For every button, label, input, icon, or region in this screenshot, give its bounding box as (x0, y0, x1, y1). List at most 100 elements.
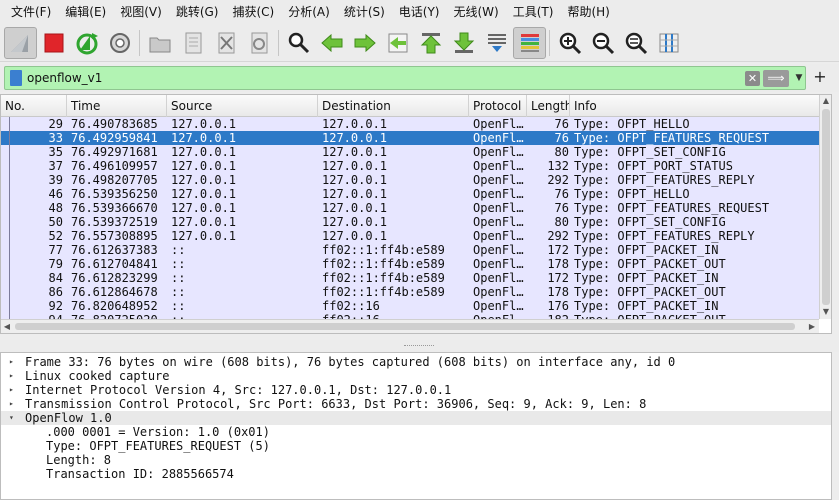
capture-options-button[interactable] (103, 27, 136, 59)
menu-item[interactable]: 视图(V) (113, 0, 169, 24)
detail-tree-node[interactable]: ▸ Transmission Control Protocol, Src Port… (1, 397, 831, 411)
splitter-grip[interactable] (404, 345, 434, 347)
cell-no: 37 (48, 159, 63, 173)
save-file-button[interactable] (176, 27, 209, 59)
menu-item[interactable]: 文件(F) (4, 0, 58, 24)
filter-history-dropdown-icon[interactable]: ▼ (793, 69, 805, 87)
column-header-length[interactable]: Length (527, 95, 570, 117)
go-to-packet-button[interactable] (381, 27, 414, 59)
detail-field[interactable]: Length: 8 (1, 453, 831, 467)
table-row[interactable]: 77 76.612637383:: ff02::1:ff4b:e589 OpenFl…… (1, 243, 819, 257)
detail-tree-node[interactable]: ▾ OpenFlow 1.0 (1, 411, 831, 425)
column-header-destination[interactable]: Destination (318, 95, 469, 117)
menu-item[interactable]: 工具(T) (506, 0, 561, 24)
column-header-protocol[interactable]: Protocol (469, 95, 527, 117)
go-to-packet-icon (388, 33, 407, 52)
table-row[interactable]: 48 76.539366670 127.0.0.1 127.0.0.1 OpenFl… 7… (1, 201, 819, 215)
go-back-button[interactable] (315, 27, 348, 59)
scroll-left-icon[interactable]: ◀ (1, 320, 13, 333)
table-row[interactable]: 29 76.490783685 127.0.0.1 127.0.0.1 OpenFl… 7… (1, 117, 819, 131)
packet-list-vertical-scrollbar[interactable]: ▲ ▼ (819, 95, 831, 319)
detail-field[interactable]: .000 0001 = Version: 1.0 (0x01) (1, 425, 831, 439)
detail-tree-node[interactable]: ▸ Frame 33: 76 bytes on wire (608 bits), … (1, 355, 831, 369)
cell-dst: 127.0.0.1 (322, 215, 388, 229)
restart-capture-button[interactable] (70, 27, 103, 59)
table-row[interactable]: 35 76.492971681 127.0.0.1 127.0.0.1 OpenFl… 8… (1, 145, 819, 159)
cell-info: Type: OFPT_SET_CONFIG (574, 215, 726, 229)
collapsed-arrow-icon[interactable]: ▸ (9, 397, 19, 411)
start-capture-button[interactable] (4, 26, 37, 59)
stop-capture-button[interactable] (37, 27, 70, 59)
apply-filter-button[interactable]: ⟹ (763, 70, 789, 87)
display-filter-field[interactable]: openflow_v1 ✕ ⟹ ▼ (4, 66, 806, 90)
cell-info: Type: OFPT_FEATURES_REQUEST (574, 201, 770, 215)
cell-no: 79 (48, 257, 63, 271)
zoom-in-button[interactable] (553, 27, 586, 59)
scroll-down-icon[interactable]: ▼ (820, 306, 831, 318)
column-header-info[interactable]: Info (570, 95, 819, 117)
detail-tree-node[interactable]: ▸ Internet Protocol Version 4, Src: 127.0… (1, 383, 831, 397)
cell-no: 52 (48, 229, 63, 243)
scroll-right-icon[interactable]: ▶ (806, 320, 818, 333)
reload-file-button[interactable] (242, 27, 275, 59)
collapsed-arrow-icon[interactable]: ▸ (9, 369, 19, 383)
table-row[interactable]: 84 76.612823299:: ff02::1:ff4b:e589 OpenFl…… (1, 271, 819, 285)
table-row[interactable]: 37 76.496109957 127.0.0.1 127.0.0.1 OpenFl… 1… (1, 159, 819, 173)
expanded-arrow-icon[interactable]: ▾ (9, 411, 19, 425)
clear-filter-button[interactable]: ✕ (745, 71, 760, 86)
table-row[interactable]: 52 76.557308895 127.0.0.1 127.0.0.1 OpenFl… 2… (1, 229, 819, 243)
detail-field[interactable]: Type: OFPT_FEATURES_REQUEST (5) (1, 439, 831, 453)
filter-bookmark-icon[interactable] (10, 70, 22, 86)
menu-item[interactable]: 捕获(C) (225, 0, 281, 24)
open-file-button[interactable] (143, 27, 176, 59)
colorize-button[interactable] (513, 26, 546, 59)
shark-fin-icon (10, 34, 28, 52)
cell-no: 33 (48, 131, 63, 145)
zoom-normal-button[interactable] (619, 27, 652, 59)
table-row[interactable]: 39 76.498207705 127.0.0.1 127.0.0.1 OpenFl… 2… (1, 173, 819, 187)
column-header-time[interactable]: Time (67, 95, 167, 117)
cell-no: 50 (48, 215, 63, 229)
table-row[interactable]: 92 76.820648952:: ff02::16 OpenFl… 176 Type: … (1, 299, 819, 313)
menu-item[interactable]: 跳转(G) (169, 0, 226, 24)
menu-item[interactable]: 分析(A) (281, 0, 337, 24)
scroll-up-icon[interactable]: ▲ (820, 95, 831, 107)
first-packet-button[interactable] (414, 27, 447, 59)
table-row[interactable]: 79 76.612704841:: ff02::1:ff4b:e589 OpenFl…… (1, 257, 819, 271)
zoom-out-button[interactable] (586, 27, 619, 59)
collapsed-arrow-icon[interactable]: ▸ (9, 383, 19, 397)
menu-item[interactable]: 统计(S) (337, 0, 392, 24)
detail-text: Transmission Control Protocol, Src Port:… (25, 397, 647, 411)
pane-splitter[interactable] (0, 340, 839, 352)
last-packet-button[interactable] (447, 27, 480, 59)
menu-item[interactable]: 电话(Y) (392, 0, 447, 24)
detail-field[interactable]: Transaction ID: 2885566574 (1, 467, 831, 481)
cell-src: 127.0.0.1 (171, 145, 237, 159)
collapsed-arrow-icon[interactable]: ▸ (9, 355, 19, 369)
detail-tree-node[interactable]: ▸ Linux cooked capture (1, 369, 831, 383)
close-file-button[interactable] (209, 27, 242, 59)
scroll-thumb[interactable] (15, 323, 795, 330)
table-row-selected[interactable]: 33 76.492959841 127.0.0.1 127.0.0.1 OpenFl… 7… (1, 131, 819, 145)
scroll-thumb[interactable] (822, 109, 830, 305)
add-filter-button[interactable]: + (812, 68, 828, 86)
save-file-icon (185, 32, 201, 53)
table-row[interactable]: 50 76.539372519 127.0.0.1 127.0.0.1 OpenFl… 8… (1, 215, 819, 229)
cell-len: 76 (554, 187, 569, 201)
column-header-source[interactable]: Source (167, 95, 318, 117)
go-forward-button[interactable] (348, 27, 381, 59)
menu-item[interactable]: 帮助(H) (560, 0, 616, 24)
menu-item[interactable]: 编辑(E) (58, 0, 113, 24)
packet-list-horizontal-scrollbar[interactable]: ◀ ▶ (1, 319, 819, 333)
table-row[interactable]: 86 76.612864678:: ff02::1:ff4b:e589 OpenFl…… (1, 285, 819, 299)
find-packet-button[interactable] (282, 27, 315, 59)
menu-item[interactable]: 无线(W) (447, 0, 506, 24)
cell-proto: OpenFl… (473, 145, 524, 159)
autoscroll-button[interactable] (480, 27, 513, 59)
resize-columns-button[interactable] (652, 27, 685, 59)
column-header-no[interactable]: No. (1, 95, 67, 117)
table-row[interactable]: 46 76.539356250 127.0.0.1 127.0.0.1 OpenFl… 7… (1, 187, 819, 201)
cell-proto: OpenFl… (473, 271, 524, 285)
display-filter-input[interactable]: openflow_v1 (27, 69, 102, 87)
cell-dst: 127.0.0.1 (322, 145, 388, 159)
